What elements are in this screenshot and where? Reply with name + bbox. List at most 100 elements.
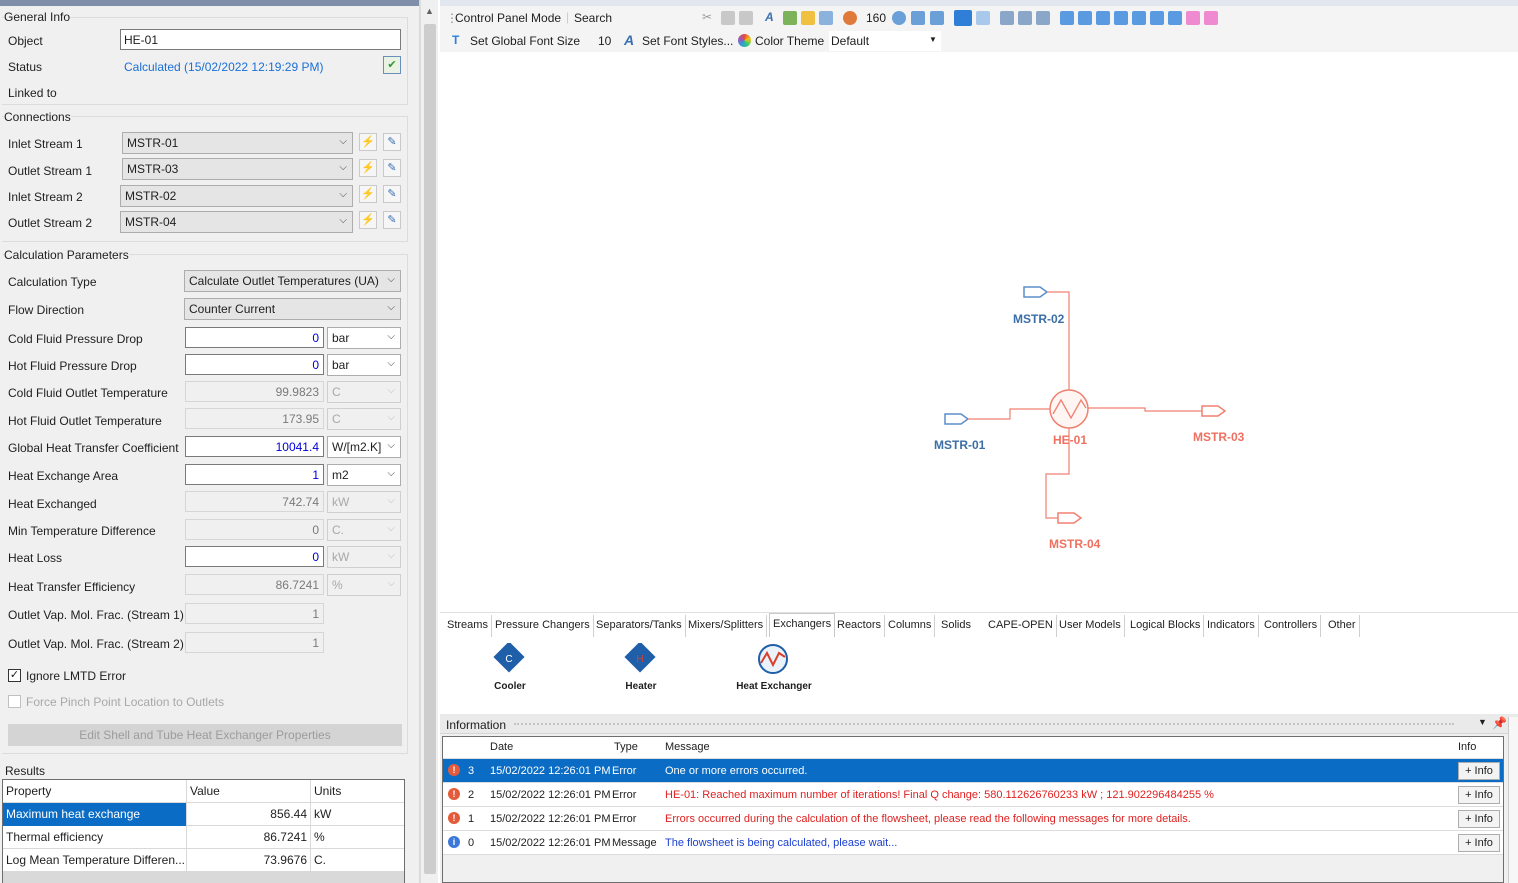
align-right-icon[interactable] <box>1114 11 1128 25</box>
table-row[interactable]: Thermal efficiency 86.7241 % <box>3 826 404 849</box>
tab-logical-blocks[interactable]: Logical Blocks <box>1127 615 1205 637</box>
unit-select[interactable]: W/[m2.K] ⌵ <box>327 436 401 458</box>
align-top-icon[interactable] <box>1132 11 1146 25</box>
font-size-value[interactable]: 10 <box>598 34 611 48</box>
global-htc-input[interactable]: 10041.4 <box>185 436 324 457</box>
tab-other[interactable]: Other <box>1325 615 1360 637</box>
tab-cape-open[interactable]: CAPE-OPEN <box>985 615 1057 637</box>
tab-user-models[interactable]: User Models <box>1056 615 1125 637</box>
lightning-icon[interactable]: ⚡ <box>359 159 377 177</box>
info-button[interactable]: + Info <box>1458 786 1500 804</box>
properties-scrollbar[interactable]: ▲ <box>420 0 438 883</box>
result-value[interactable]: 73.9676 <box>187 849 311 872</box>
dropdown-icon[interactable]: ▼ <box>1478 717 1487 727</box>
stream-arrow-mstr-02[interactable] <box>1023 286 1049 298</box>
outlet-stream-1-select[interactable]: MSTR-03 ⌵ <box>122 158 353 180</box>
tab-streams[interactable]: Streams <box>444 615 492 637</box>
copy-icon[interactable] <box>721 11 735 25</box>
outlet-stream-2-select[interactable]: MSTR-04 ⌵ <box>120 211 353 233</box>
lightning-icon[interactable]: ⚡ <box>359 133 377 151</box>
inlet-stream-1-select[interactable]: MSTR-01 ⌵ <box>122 132 353 154</box>
edit-shell-tube-button[interactable]: Edit Shell and Tube Heat Exchanger Prope… <box>8 724 402 746</box>
result-property[interactable]: Log Mean Temperature Differen... <box>3 849 187 872</box>
tab-pressure-changers[interactable]: Pressure Changers <box>492 615 594 637</box>
results-header-value[interactable]: Value <box>187 780 311 803</box>
stream-label-mstr-02[interactable]: MSTR-02 <box>1013 312 1064 326</box>
tab-exchangers[interactable]: Exchangers <box>769 613 836 637</box>
tab-columns[interactable]: Columns <box>885 615 936 637</box>
eyedropper-icon[interactable]: ✎ <box>383 185 401 203</box>
chart-icon[interactable] <box>783 11 797 25</box>
align-bottom-icon[interactable] <box>1150 11 1164 25</box>
header-info[interactable]: Info <box>1455 735 1479 759</box>
search-button[interactable]: Search <box>574 11 612 25</box>
color-theme-select[interactable]: Default ▼ <box>829 31 941 51</box>
rotate-icon[interactable] <box>1204 11 1218 25</box>
result-value[interactable]: 856.44 <box>187 803 311 826</box>
table-row[interactable]: i 0 15/02/2022 12:26:01 PM Message The f… <box>443 831 1503 855</box>
table-row[interactable]: Maximum heat exchange 856.44 kW <box>3 803 404 826</box>
grid-toggle-icon[interactable] <box>954 10 972 26</box>
tab-controllers[interactable]: Controllers <box>1261 615 1322 637</box>
lightning-icon[interactable]: ⚡ <box>359 185 377 203</box>
info-button[interactable]: + Info <box>1458 762 1500 780</box>
scroll-thumb[interactable] <box>424 24 436 874</box>
cut-icon[interactable]: ✂ <box>702 10 712 24</box>
result-value[interactable]: 86.7241 <box>187 826 311 849</box>
tab-reactors[interactable]: Reactors <box>834 615 886 637</box>
zoom-icon[interactable] <box>843 11 857 25</box>
distribute-icon[interactable] <box>1168 11 1182 25</box>
table-row[interactable]: ! 3 15/02/2022 12:26:01 PM Error One or … <box>443 759 1503 783</box>
print-preview-icon[interactable] <box>1000 11 1014 25</box>
align-icon[interactable] <box>1060 11 1074 25</box>
stream-label-mstr-03[interactable]: MSTR-03 <box>1193 430 1244 444</box>
inlet-stream-2-select[interactable]: MSTR-02 ⌵ <box>120 185 353 207</box>
scroll-up-icon[interactable]: ▲ <box>425 6 434 16</box>
unit-select[interactable]: bar ⌵ <box>327 354 401 376</box>
object-name-input[interactable]: HE-01 <box>120 29 401 50</box>
heat-exchange-area-input[interactable]: 1 <box>185 464 324 485</box>
calculated-check-icon[interactable]: ✔ <box>383 56 401 74</box>
result-units[interactable]: C. <box>311 849 404 872</box>
stream-label-mstr-04[interactable]: MSTR-04 <box>1049 537 1100 551</box>
stream-arrow-mstr-04[interactable] <box>1057 512 1083 524</box>
control-panel-mode-button[interactable]: Control Panel Mode <box>455 11 561 25</box>
stream-arrow-mstr-03[interactable] <box>1201 405 1227 417</box>
unit-label-he-01[interactable]: HE-01 <box>1053 433 1087 447</box>
cold-pressure-drop-input[interactable]: 0 <box>185 327 324 348</box>
print-icon[interactable] <box>1018 11 1032 25</box>
set-global-font-size-label[interactable]: Set Global Font Size <box>470 34 580 48</box>
calc-type-select[interactable]: Calculate Outlet Temperatures (UA) ⌵ <box>184 270 401 292</box>
set-font-styles-button[interactable]: Set Font Styles... <box>642 34 733 48</box>
flow-direction-select[interactable]: Counter Current ⌵ <box>184 298 401 320</box>
tab-solids[interactable]: Solids <box>938 615 974 637</box>
table-row[interactable]: Log Mean Temperature Differen... 73.9676… <box>3 849 404 872</box>
table-row[interactable]: ! 2 15/02/2022 12:26:01 PM Error HE-01: … <box>443 783 1503 807</box>
header-message[interactable]: Message <box>662 735 713 759</box>
info-button[interactable]: + Info <box>1458 834 1500 852</box>
paste-icon[interactable] <box>739 11 753 25</box>
ignore-lmtd-checkbox[interactable]: ✓ <box>8 669 21 682</box>
pin-icon[interactable]: 📌 <box>1492 716 1507 730</box>
image-icon[interactable] <box>801 11 815 25</box>
snap-icon[interactable] <box>976 11 990 25</box>
table-icon[interactable] <box>819 11 833 25</box>
result-property[interactable]: Maximum heat exchange <box>3 803 187 826</box>
lightning-icon[interactable]: ⚡ <box>359 211 377 229</box>
zoom-fit-icon[interactable] <box>911 11 925 25</box>
zoom-in-icon[interactable] <box>892 11 906 25</box>
flowsheet-canvas[interactable]: MSTR-02 MSTR-01 HE-01 MSTR-03 MSTR-04 <box>440 52 1518 610</box>
force-pinch-checkbox[interactable] <box>8 695 21 708</box>
unit-select[interactable]: m2 ⌵ <box>327 464 401 486</box>
results-header-units[interactable]: Units <box>311 780 404 803</box>
tab-indicators[interactable]: Indicators <box>1204 615 1259 637</box>
tab-separators-tanks[interactable]: Separators/Tanks <box>593 615 686 637</box>
eyedropper-icon[interactable]: ✎ <box>383 159 401 177</box>
eyedropper-icon[interactable]: ✎ <box>383 133 401 151</box>
flip-icon[interactable] <box>1186 11 1200 25</box>
page-setup-icon[interactable] <box>1036 11 1050 25</box>
align-middle-icon[interactable] <box>1096 11 1110 25</box>
eyedropper-icon[interactable]: ✎ <box>383 211 401 229</box>
result-units[interactable]: % <box>311 826 404 849</box>
heat-loss-input[interactable]: 0 <box>185 546 324 567</box>
